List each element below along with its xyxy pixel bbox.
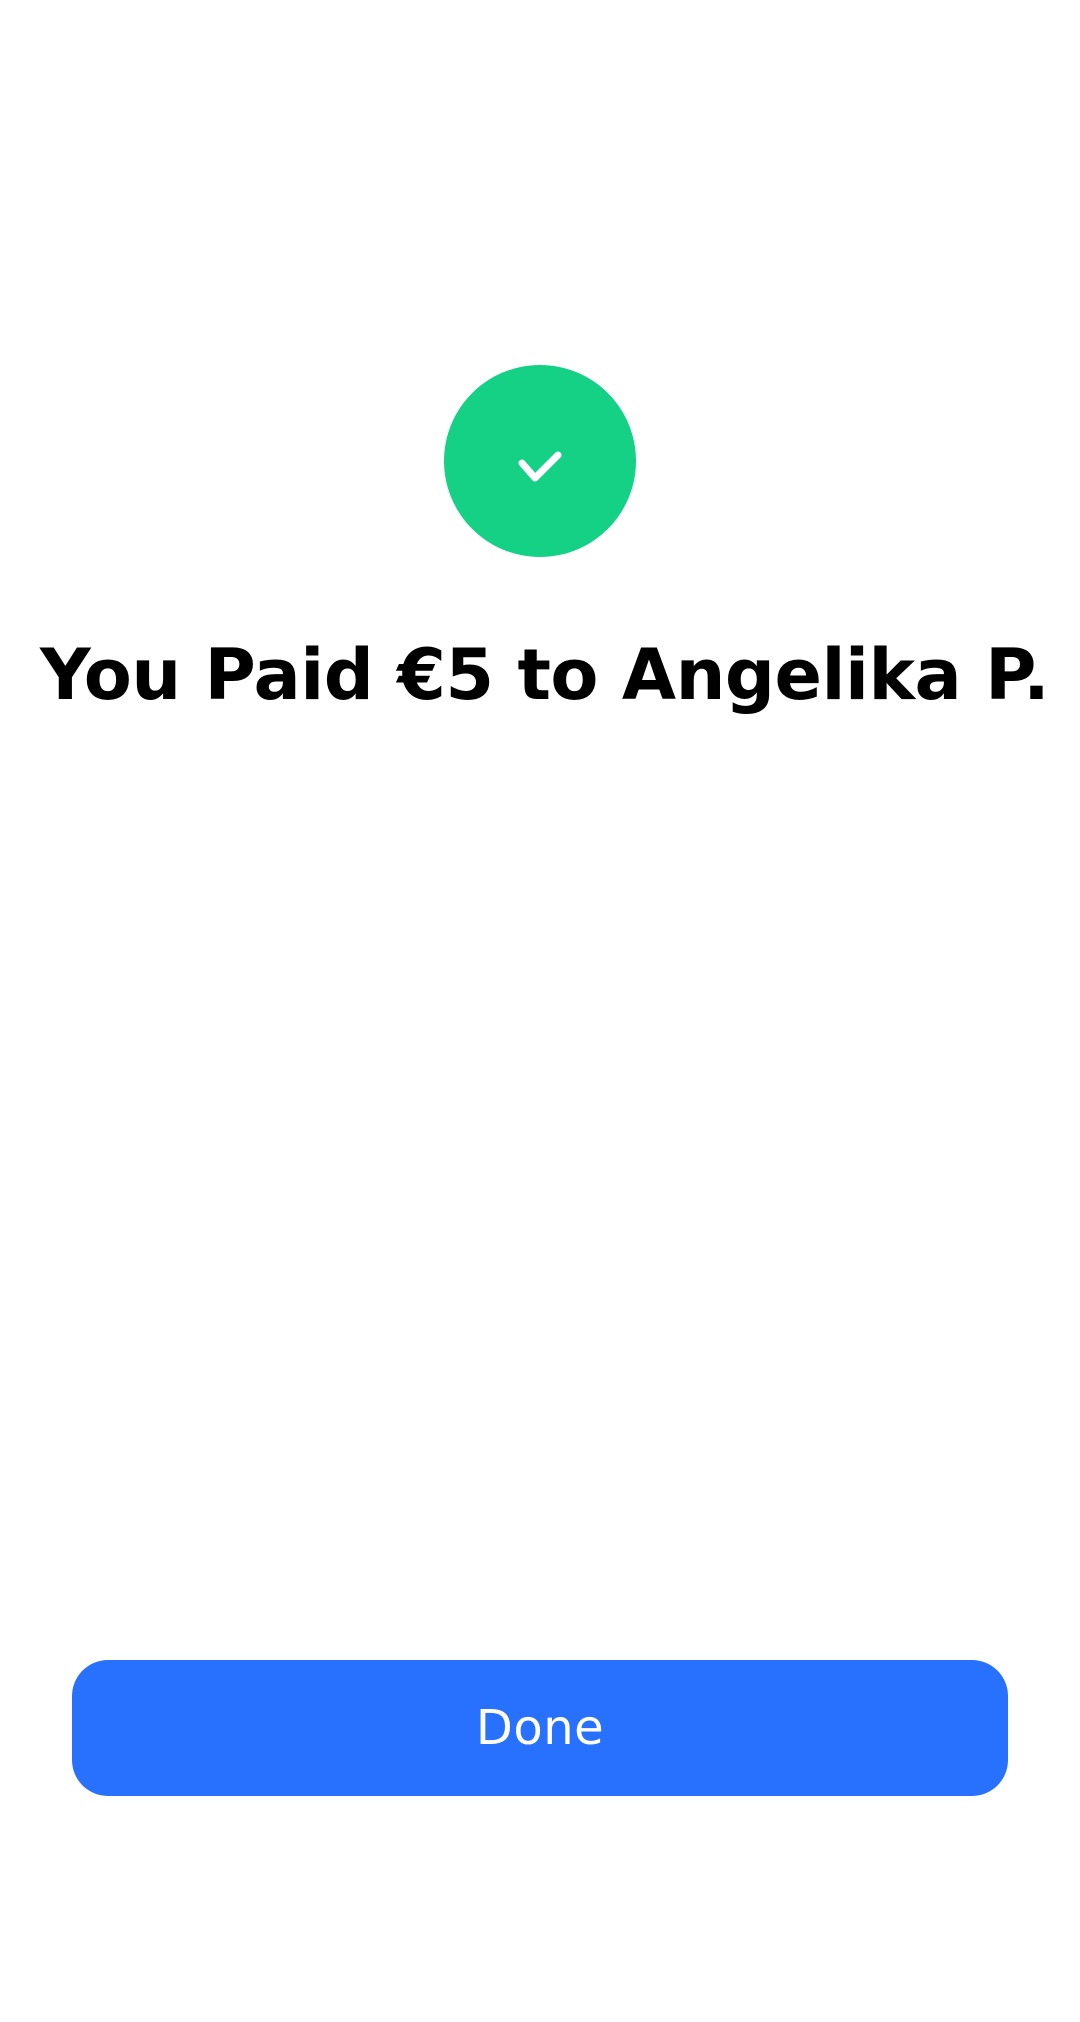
checkmark-icon [518,451,562,482]
payment-confirmation-title: You Paid €5 to Angelika P. [40,634,1050,716]
success-badge [444,365,636,557]
done-button-label: Done [475,1700,605,1756]
done-button[interactable]: Done [72,1660,1008,1796]
